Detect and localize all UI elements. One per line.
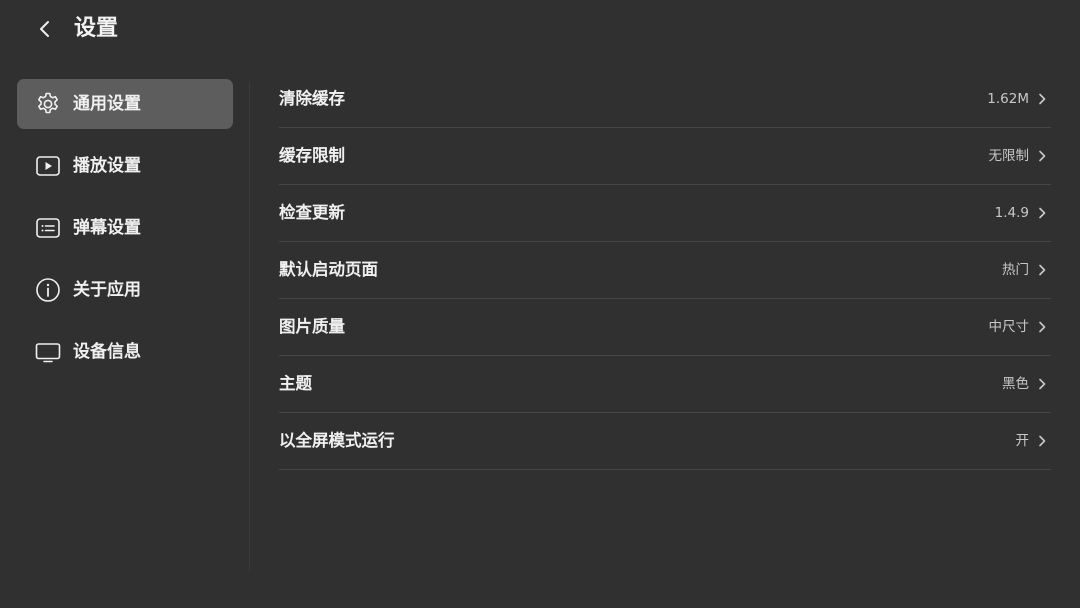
play-icon: [35, 153, 61, 179]
setting-value: 热门: [1002, 262, 1029, 278]
setting-label: 以全屏模式运行: [279, 431, 395, 450]
sidebar-item-label: 关于应用: [73, 280, 141, 300]
setting-label: 图片质量: [279, 317, 345, 336]
setting-value: 无限制: [988, 148, 1030, 164]
setting-label: 缓存限制: [279, 146, 345, 165]
page-title: 设置: [74, 16, 119, 41]
sidebar: 通用设置 播放设置 弹幕设置 关于应用 设备信息: [17, 79, 233, 389]
sidebar-item-label: 弹幕设置: [73, 218, 141, 238]
monitor-icon: [35, 339, 61, 365]
header: 设置: [0, 0, 1080, 58]
chevron-right-icon: [1037, 263, 1047, 277]
chevron-right-icon: [1037, 92, 1047, 106]
setting-row-clear-cache[interactable]: 清除缓存 1.62M: [279, 71, 1051, 128]
info-icon: [35, 277, 61, 303]
setting-value: 1.4.9: [994, 205, 1029, 221]
setting-value: 黑色: [1002, 376, 1029, 392]
setting-row-theme[interactable]: 主题 黑色: [279, 356, 1051, 413]
chevron-right-icon: [1037, 206, 1047, 220]
setting-label: 主题: [279, 374, 312, 393]
chevron-left-icon: [40, 21, 49, 37]
sidebar-item-general[interactable]: 通用设置: [17, 79, 233, 129]
setting-label: 检查更新: [279, 203, 345, 222]
setting-row-default-page[interactable]: 默认启动页面 热门: [279, 242, 1051, 299]
gear-icon: [35, 91, 61, 117]
sidebar-item-danmaku[interactable]: 弹幕设置: [17, 203, 233, 253]
setting-row-cache-limit[interactable]: 缓存限制 无限制: [279, 128, 1051, 185]
setting-row-fullscreen[interactable]: 以全屏模式运行 开: [279, 413, 1051, 470]
setting-label: 默认启动页面: [279, 260, 378, 279]
chevron-right-icon: [1037, 320, 1047, 334]
sidebar-item-label: 设备信息: [73, 342, 141, 362]
sidebar-item-label: 播放设置: [73, 156, 141, 176]
setting-label: 清除缓存: [279, 89, 345, 108]
settings-list: 清除缓存 1.62M 缓存限制 无限制 检查更新 1.4.9 默认启动页面 热门…: [279, 71, 1051, 470]
setting-value: 1.62M: [987, 91, 1029, 107]
danmaku-icon: [35, 215, 61, 241]
setting-row-image-quality[interactable]: 图片质量 中尺寸: [279, 299, 1051, 356]
sidebar-item-about[interactable]: 关于应用: [17, 265, 233, 315]
chevron-right-icon: [1037, 149, 1047, 163]
chevron-right-icon: [1037, 377, 1047, 391]
sidebar-item-playback[interactable]: 播放设置: [17, 141, 233, 191]
sidebar-item-label: 通用设置: [73, 94, 141, 114]
setting-row-check-update[interactable]: 检查更新 1.4.9: [279, 185, 1051, 242]
chevron-right-icon: [1037, 434, 1047, 448]
back-button[interactable]: [30, 14, 60, 44]
setting-value: 开: [1015, 433, 1030, 449]
sidebar-item-device[interactable]: 设备信息: [17, 327, 233, 377]
sidebar-divider: [249, 82, 250, 572]
setting-value: 中尺寸: [988, 319, 1030, 335]
